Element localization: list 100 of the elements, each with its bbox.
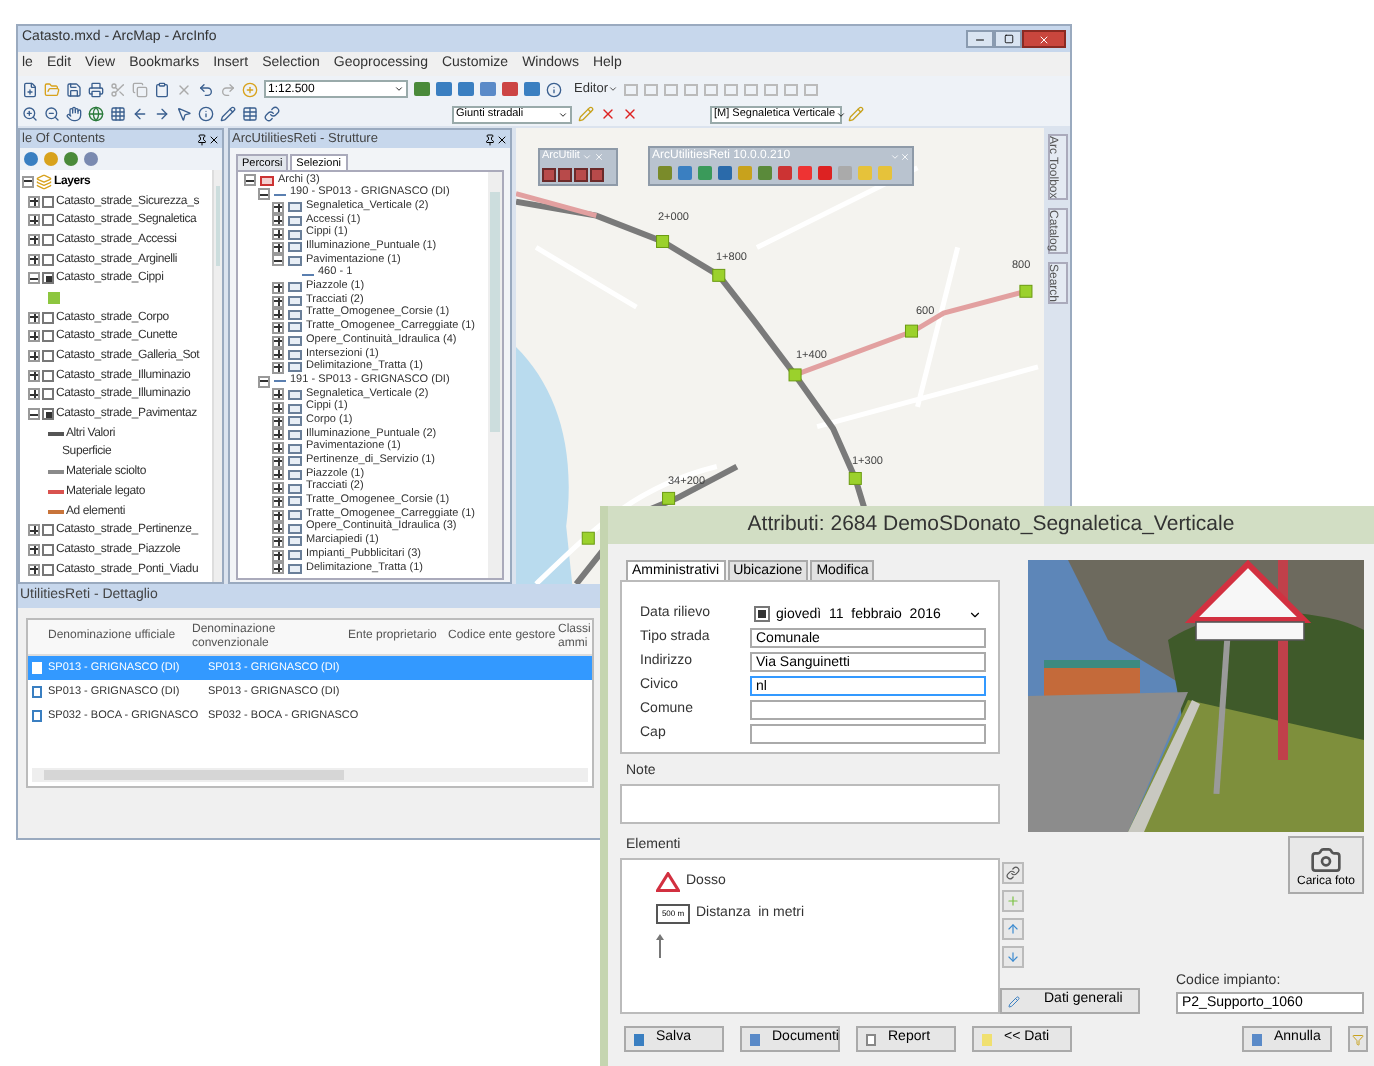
expand-toggle[interactable] (272, 228, 284, 241)
expand-toggle[interactable] (272, 214, 284, 227)
collapse-toggle[interactable] (272, 254, 284, 267)
caret-icon[interactable] (835, 109, 846, 119)
checkbox[interactable] (42, 214, 54, 227)
note-field[interactable] (620, 783, 1000, 823)
collapse-toggle[interactable] (28, 272, 40, 285)
expand-toggle[interactable] (272, 562, 284, 575)
info-icon[interactable] (198, 106, 214, 122)
scrollbar[interactable] (212, 170, 222, 582)
input-field[interactable] (750, 700, 986, 720)
expand-toggle[interactable] (272, 535, 284, 548)
collapse-toggle[interactable] (258, 375, 270, 388)
hand-icon[interactable] (66, 106, 82, 122)
clipboard-icon[interactable] (154, 81, 170, 97)
globe-icon[interactable] (88, 106, 104, 122)
expand-toggle[interactable] (272, 428, 284, 441)
caret-icon[interactable] (558, 109, 568, 119)
list-action-button[interactable] (1002, 862, 1024, 884)
checkbox[interactable] (42, 253, 54, 266)
minimize-button[interactable] (966, 30, 994, 48)
save-icon[interactable] (66, 81, 82, 97)
expand-toggle[interactable] (272, 415, 284, 428)
pencil-icon[interactable] (220, 106, 236, 122)
input-field[interactable] (750, 724, 986, 744)
expand-toggle[interactable] (28, 195, 40, 208)
expand-toggle[interactable] (272, 455, 284, 468)
expand-toggle[interactable] (272, 348, 284, 361)
expand-toggle[interactable] (272, 281, 284, 294)
expand-toggle[interactable] (28, 253, 40, 266)
expand-toggle[interactable] (28, 563, 40, 576)
scrollbar[interactable] (488, 172, 502, 578)
link-icon (1006, 866, 1020, 880)
collapse-toggle[interactable] (28, 408, 40, 421)
zoom-in-icon[interactable] (22, 106, 38, 122)
expand-toggle[interactable] (272, 321, 284, 334)
zoom-out-icon[interactable] (44, 106, 60, 122)
table-icon[interactable] (242, 106, 258, 122)
pointer-icon[interactable] (176, 106, 192, 122)
expand-toggle[interactable] (272, 295, 284, 308)
expand-toggle[interactable] (272, 482, 284, 495)
expand-toggle[interactable] (28, 524, 40, 537)
pin-icon[interactable] (196, 133, 208, 145)
collapse-toggle[interactable] (22, 175, 34, 188)
expand-toggle[interactable] (28, 214, 40, 227)
printer-icon[interactable] (88, 81, 104, 97)
caret-icon[interactable] (394, 84, 404, 94)
checkbox[interactable] (42, 330, 54, 343)
help-icon[interactable] (546, 81, 562, 97)
expand-toggle[interactable] (272, 468, 284, 481)
back-icon[interactable] (132, 106, 148, 122)
caret-icon[interactable] (607, 84, 618, 94)
checkbox[interactable] (42, 563, 54, 576)
collapse-toggle[interactable] (244, 174, 256, 187)
expand-toggle[interactable] (272, 388, 284, 401)
expand-toggle[interactable] (272, 335, 284, 348)
close-icon[interactable] (208, 133, 220, 145)
checkbox[interactable] (754, 606, 770, 622)
expand-toggle[interactable] (28, 369, 40, 382)
expand-toggle[interactable] (272, 361, 284, 374)
expand-toggle[interactable] (272, 509, 284, 522)
checkbox[interactable] (42, 388, 54, 401)
delete-icon[interactable] (600, 106, 616, 122)
checkbox[interactable] (42, 408, 54, 421)
expand-toggle[interactable] (272, 241, 284, 254)
undo-icon[interactable] (198, 81, 214, 97)
calendar-dropdown-icon[interactable] (968, 607, 982, 621)
close-icon[interactable] (496, 133, 508, 145)
pin-icon[interactable] (484, 133, 496, 145)
expand-toggle[interactable] (28, 311, 40, 324)
forward-icon[interactable] (154, 106, 170, 122)
expand-toggle[interactable] (272, 522, 284, 535)
checkbox[interactable] (42, 369, 54, 382)
checkbox[interactable] (42, 272, 54, 285)
maximize-button[interactable] (994, 30, 1022, 48)
link-icon[interactable] (264, 106, 280, 122)
expand-toggle[interactable] (272, 201, 284, 214)
delete-icon[interactable] (622, 106, 638, 122)
expand-toggle[interactable] (272, 549, 284, 562)
checkbox[interactable] (42, 233, 54, 246)
collapse-toggle[interactable] (258, 188, 270, 201)
expand-toggle[interactable] (272, 308, 284, 321)
checkbox[interactable] (42, 543, 54, 556)
grid-icon[interactable] (110, 106, 126, 122)
expand-toggle[interactable] (272, 442, 284, 455)
checkbox[interactable] (42, 350, 54, 363)
maximize-icon[interactable] (1003, 34, 1013, 44)
expand-toggle[interactable] (272, 495, 284, 508)
expand-toggle[interactable] (28, 233, 40, 246)
checkbox[interactable] (42, 524, 54, 537)
minimize-icon[interactable] (974, 33, 986, 45)
checkbox[interactable] (42, 195, 54, 208)
expand-toggle[interactable] (28, 350, 40, 363)
expand-toggle[interactable] (28, 543, 40, 556)
expand-toggle[interactable] (272, 402, 284, 415)
new-file-icon[interactable] (22, 81, 38, 97)
checkbox[interactable] (42, 311, 54, 324)
expand-toggle[interactable] (28, 330, 40, 343)
scrollbar[interactable] (32, 768, 588, 782)
expand-toggle[interactable] (28, 388, 40, 401)
